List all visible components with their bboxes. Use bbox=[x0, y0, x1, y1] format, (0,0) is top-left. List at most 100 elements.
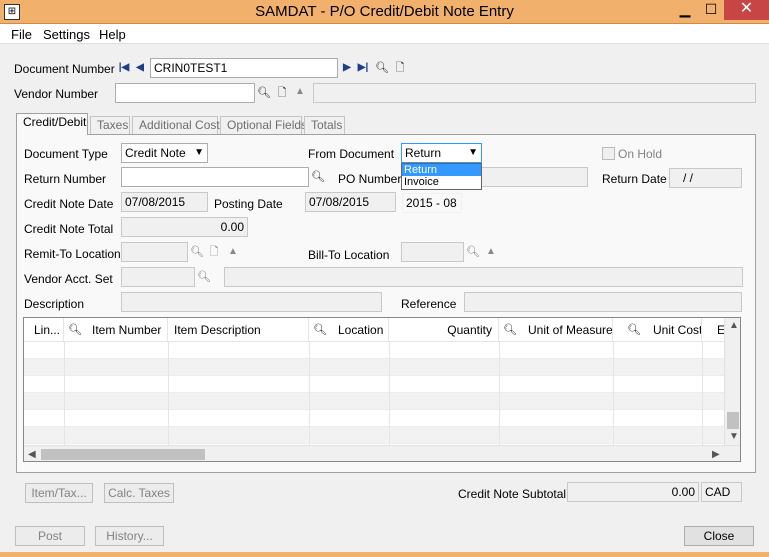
document-number-input[interactable]: CRIN0TEST1 bbox=[150, 58, 338, 78]
scroll-down-icon[interactable]: ▼ bbox=[729, 431, 739, 442]
grid-divider bbox=[613, 342, 614, 446]
on-hold-label: On Hold bbox=[618, 147, 663, 161]
vertical-scrollbar[interactable]: ▲ ▼ bbox=[724, 318, 740, 445]
reference-input bbox=[464, 292, 742, 312]
new-document-icon[interactable]: 🗋 bbox=[393, 61, 407, 75]
vendor-acct-set-label: Vendor Acct. Set bbox=[24, 272, 113, 286]
column-item-description[interactable]: Item Description bbox=[168, 318, 309, 342]
table-row[interactable] bbox=[24, 359, 724, 376]
on-hold-checkbox[interactable] bbox=[602, 147, 615, 160]
currency-code: CAD bbox=[701, 482, 742, 502]
credit-note-date-label: Credit Note Date bbox=[24, 197, 114, 211]
uom-search-icon[interactable]: 🔍︎ bbox=[503, 323, 517, 337]
credit-note-date-input[interactable]: 07/08/2015 bbox=[121, 192, 208, 212]
option-return[interactable]: Return bbox=[402, 164, 481, 176]
chevron-down-icon: ▼ bbox=[194, 147, 204, 158]
table-row[interactable] bbox=[24, 393, 724, 410]
return-date-label: Return Date bbox=[602, 172, 667, 186]
remit-to-location-input bbox=[121, 242, 188, 262]
table-row[interactable] bbox=[24, 376, 724, 393]
window-bottom-border bbox=[0, 552, 769, 557]
menu-bar: File Settings Help bbox=[0, 24, 769, 44]
option-invoice[interactable]: Invoice bbox=[402, 176, 481, 188]
document-number-label: Document Number bbox=[14, 62, 115, 76]
location-search-icon[interactable]: 🔍︎ bbox=[313, 323, 327, 337]
scroll-right-icon[interactable]: ▶ bbox=[712, 449, 720, 460]
tab-additional-costs[interactable]: Additional Costs bbox=[132, 116, 226, 135]
remit-search-icon[interactable]: 🔍︎ bbox=[190, 245, 204, 259]
tab-totals[interactable]: Totals bbox=[304, 116, 345, 135]
vendor-new-icon[interactable]: 🗋 bbox=[275, 86, 289, 100]
scroll-left-icon[interactable]: ◀ bbox=[28, 449, 36, 460]
horizontal-scroll-thumb[interactable] bbox=[41, 449, 205, 460]
acct-set-search-icon[interactable]: 🔍︎ bbox=[197, 270, 211, 284]
search-icon[interactable]: 🔍︎ bbox=[375, 61, 389, 75]
reference-label: Reference bbox=[401, 297, 457, 311]
tab-taxes[interactable]: Taxes bbox=[90, 116, 130, 135]
history-button[interactable]: History... bbox=[95, 526, 164, 546]
remit-new-icon[interactable]: 🗋 bbox=[207, 245, 221, 259]
vendor-name-display bbox=[313, 83, 756, 103]
menu-settings[interactable]: Settings bbox=[43, 27, 90, 42]
grid-divider bbox=[389, 342, 390, 446]
from-document-value: Return bbox=[405, 146, 442, 160]
item-search-icon[interactable]: 🔍︎ bbox=[68, 323, 82, 337]
bill-to-zoom-icon[interactable]: ▲ bbox=[484, 245, 498, 259]
subtotal-value: 0.00 bbox=[567, 482, 699, 502]
remit-zoom-icon[interactable]: ▲ bbox=[226, 245, 240, 259]
credit-note-total-input[interactable]: 0.00 bbox=[121, 217, 248, 237]
item-tax-button[interactable]: Item/Tax... bbox=[25, 483, 93, 503]
post-button[interactable]: Post bbox=[15, 526, 85, 546]
calc-taxes-button[interactable]: Calc. Taxes bbox=[104, 483, 174, 503]
vendor-number-input[interactable] bbox=[115, 83, 255, 103]
po-number-label: PO Number bbox=[338, 172, 402, 186]
horizontal-scrollbar[interactable]: ◀ ▶ bbox=[24, 445, 740, 461]
vendor-search-icon[interactable]: 🔍︎ bbox=[257, 86, 271, 100]
grid-divider bbox=[309, 342, 310, 446]
return-number-input[interactable] bbox=[121, 167, 309, 187]
document-type-value: Credit Note bbox=[125, 146, 186, 160]
column-unit-cost[interactable]: 🔍︎ Unit Cost bbox=[613, 318, 702, 342]
next-record-icon[interactable]: ▶ bbox=[341, 61, 353, 75]
vertical-scroll-thumb[interactable] bbox=[727, 412, 739, 429]
detail-lines-grid[interactable]: Lin... 🔍︎ Item Number Item Description 🔍… bbox=[23, 317, 741, 462]
posting-date-input[interactable]: 07/08/2015 bbox=[305, 192, 396, 212]
column-line[interactable]: Lin... bbox=[24, 318, 64, 342]
credit-note-total-label: Credit Note Total bbox=[24, 222, 114, 236]
table-row[interactable] bbox=[24, 427, 724, 444]
menu-help[interactable]: Help bbox=[99, 27, 126, 42]
description-label: Description bbox=[24, 297, 85, 311]
bill-to-search-icon[interactable]: 🔍︎ bbox=[466, 245, 480, 259]
unit-cost-search-icon[interactable]: 🔍︎ bbox=[627, 323, 641, 337]
column-quantity[interactable]: Quantity bbox=[389, 318, 499, 342]
fiscal-period-display: 2015 - 08 bbox=[402, 193, 462, 213]
from-document-select[interactable]: Return ▼ bbox=[401, 143, 482, 163]
subtotal-label: Credit Note Subtotal bbox=[458, 487, 567, 501]
column-location[interactable]: 🔍︎ Location bbox=[309, 318, 389, 342]
maximize-button[interactable]: ☐ bbox=[698, 0, 724, 20]
table-row[interactable] bbox=[24, 342, 724, 359]
from-document-dropdown: Return Invoice bbox=[401, 163, 482, 190]
chevron-down-icon: ▼ bbox=[468, 147, 478, 158]
column-item-number[interactable]: 🔍︎ Item Number bbox=[64, 318, 168, 342]
zoom-up-icon[interactable]: ▲ bbox=[293, 85, 307, 99]
from-document-label: From Document bbox=[308, 147, 395, 161]
last-record-icon[interactable]: ▶| bbox=[357, 61, 369, 75]
previous-record-icon[interactable]: ◀ bbox=[134, 61, 146, 75]
column-unit-of-measure[interactable]: 🔍︎ Unit of Measure bbox=[499, 318, 613, 342]
menu-file[interactable]: File bbox=[11, 27, 32, 42]
remit-to-location-label: Remit-To Location bbox=[24, 247, 121, 261]
scroll-up-icon[interactable]: ▲ bbox=[729, 320, 739, 331]
close-button[interactable]: Close bbox=[684, 526, 754, 546]
return-search-icon[interactable]: 🔍︎ bbox=[311, 170, 325, 184]
first-record-icon[interactable]: |◀ bbox=[118, 61, 130, 75]
tab-credit-debit[interactable]: Credit/Debit bbox=[16, 113, 88, 135]
column-extended[interactable]: E bbox=[702, 318, 724, 342]
tab-optional-fields[interactable]: Optional Fields bbox=[220, 116, 307, 135]
document-type-select[interactable]: Credit Note ▼ bbox=[121, 143, 208, 163]
table-row[interactable] bbox=[24, 410, 724, 427]
title-bar: ⊞ SAMDAT - P/O Credit/Debit Note Entry ▁… bbox=[0, 0, 769, 24]
close-window-button[interactable]: ✕ bbox=[724, 0, 769, 20]
vendor-number-label: Vendor Number bbox=[14, 87, 99, 101]
minimize-button[interactable]: ▁ bbox=[672, 0, 698, 20]
